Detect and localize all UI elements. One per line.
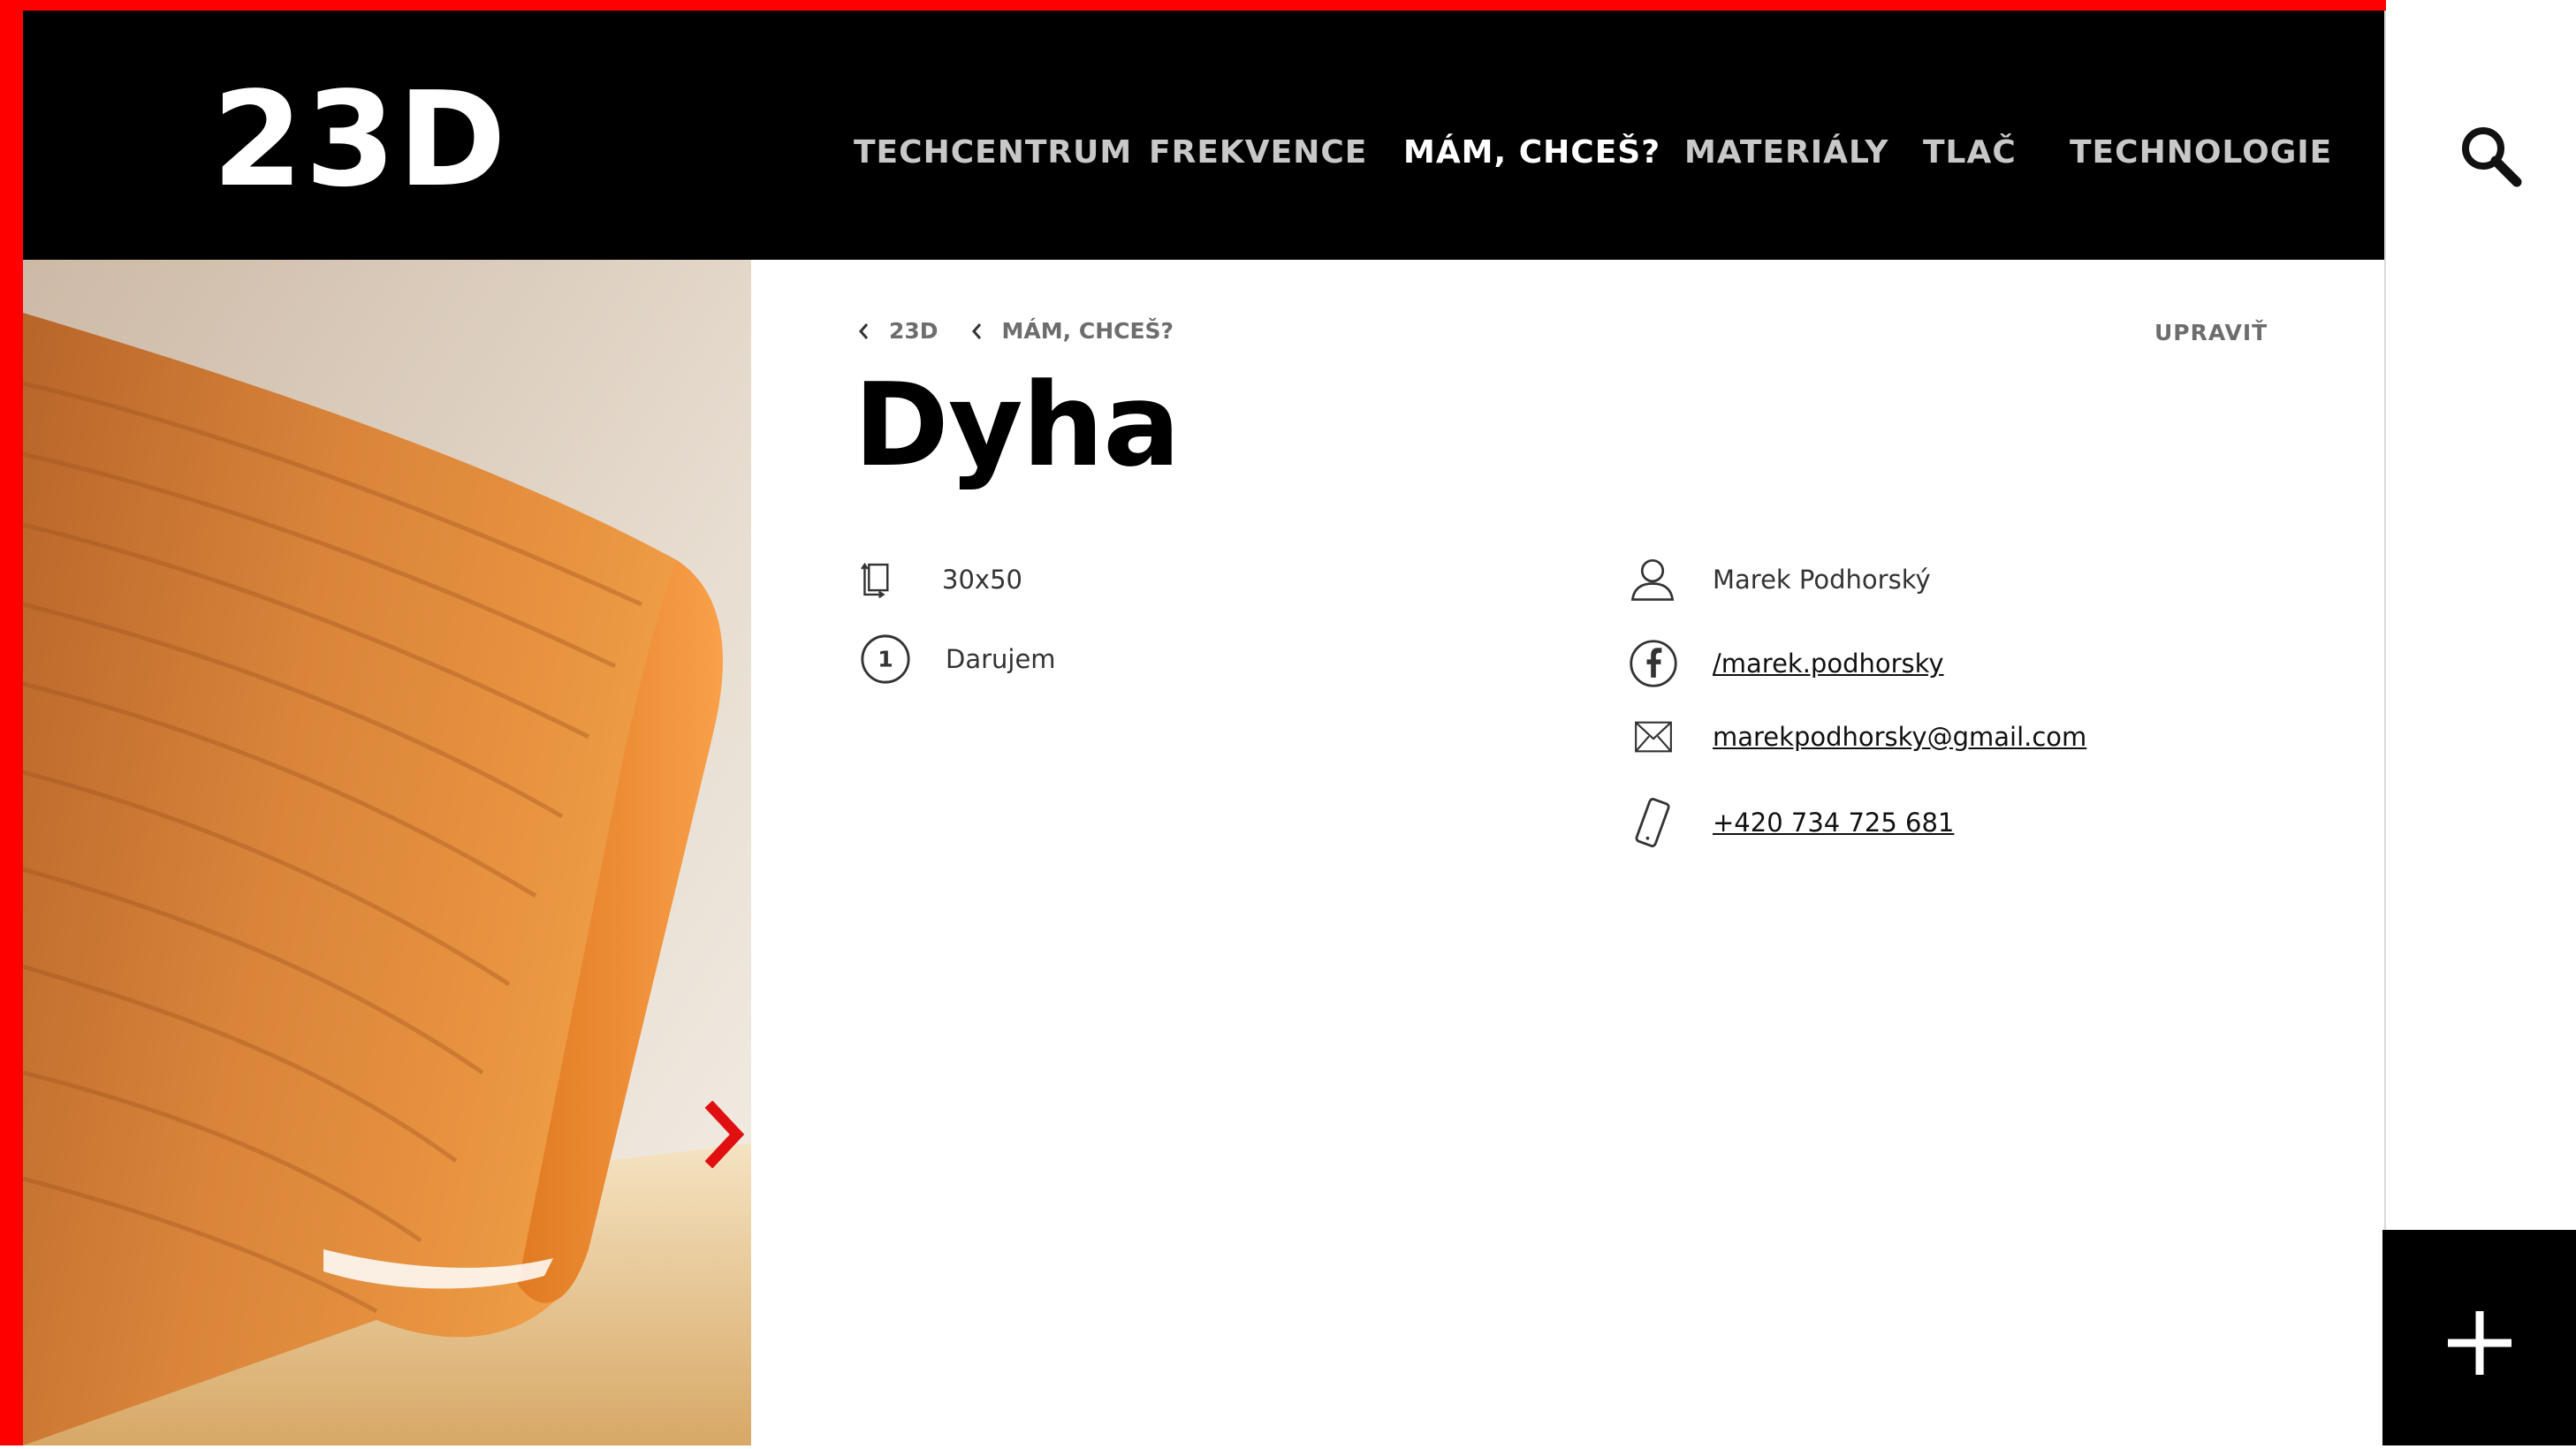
nav-item-technologie[interactable]: TECHNOLOGIE (2070, 134, 2332, 171)
size-value: 30x50 (942, 565, 1022, 595)
nav-item-tlac[interactable]: TLAČ (1923, 134, 2017, 171)
chevron-left-icon (971, 322, 981, 339)
type-value: Darujem (946, 644, 1056, 674)
veneer-photo (23, 260, 751, 1445)
site-header: 23D TECHCENTRUM FREKVENCE MÁM, CHCEŠ? MA… (23, 11, 2384, 260)
edit-link[interactable]: UPRAVIŤ (2154, 320, 2268, 345)
nav-item-frekvence[interactable]: FREKVENCE (1149, 134, 1367, 171)
site-logo[interactable]: 23D (212, 74, 508, 205)
contact-name: Marek Podhorský (1713, 565, 1931, 595)
dimensions-icon (861, 562, 889, 599)
plus-icon (2448, 1311, 2511, 1375)
sidebar-divider (2384, 11, 2386, 1230)
next-image-button[interactable] (703, 1100, 748, 1169)
chevron-right-icon (704, 1100, 745, 1169)
number-one-circle-icon: 1 (861, 634, 910, 684)
breadcrumb-mam-chces[interactable]: MÁM, CHCEŠ? (970, 318, 1174, 344)
email-row: marekpodhorsky@gmail.com (1628, 717, 2086, 756)
search-button[interactable] (2455, 120, 2526, 191)
facebook-link[interactable]: /marek.podhorsky (1713, 649, 1944, 679)
nav-item-materialy[interactable]: MATERIÁLY (1684, 134, 1888, 171)
size-row: 30x50 (859, 555, 1022, 604)
user-icon (1630, 558, 1675, 601)
breadcrumb-label: MÁM, CHCEŠ? (1001, 318, 1174, 344)
contact-name-row: Marek Podhorský (1628, 555, 1931, 604)
breadcrumb-23d[interactable]: 23D (857, 318, 938, 344)
red-frame-top (0, 0, 2386, 11)
facebook-row: /marek.podhorsky (1628, 638, 1944, 689)
add-button[interactable] (2382, 1230, 2576, 1445)
nav-item-mam-chces[interactable]: MÁM, CHCEŠ? (1403, 134, 1660, 171)
breadcrumb-label: 23D (889, 318, 938, 344)
hero-image (23, 260, 751, 1445)
svg-text:1: 1 (878, 647, 893, 672)
phone-link[interactable]: +420 734 725 681 (1713, 808, 1954, 838)
type-row: 1 Darujem (859, 633, 1056, 686)
phone-icon (1635, 798, 1670, 847)
red-frame-left (0, 0, 23, 1445)
nav-item-techcentrum[interactable]: TECHCENTRUM (854, 134, 1132, 171)
envelope-icon (1635, 721, 1672, 753)
email-link[interactable]: marekpodhorsky@gmail.com (1713, 722, 2086, 752)
search-icon (2462, 127, 2522, 187)
chevron-left-icon (859, 322, 869, 339)
facebook-icon (1630, 640, 1677, 687)
page-title: Dyha (854, 358, 1181, 492)
phone-row: +420 734 725 681 (1628, 795, 1954, 850)
breadcrumb: 23D MÁM, CHCEŠ? (857, 318, 1205, 344)
